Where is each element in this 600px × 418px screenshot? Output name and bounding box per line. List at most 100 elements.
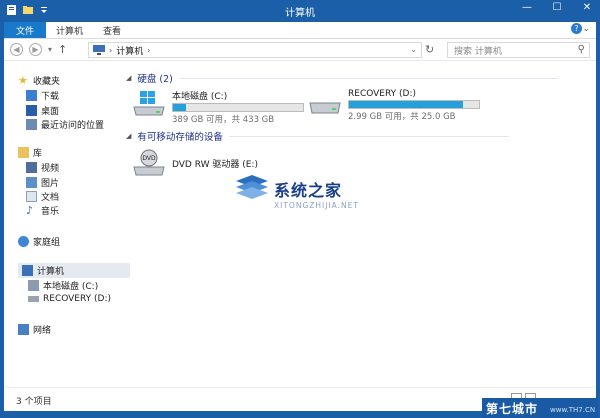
sidebar-item-drive-d[interactable]: RECOVERY (D:) bbox=[28, 294, 111, 304]
sidebar-item-downloads[interactable]: 下载 bbox=[26, 89, 59, 102]
drive-usage-fill bbox=[173, 104, 186, 111]
sidebar-label: 图片 bbox=[41, 179, 60, 189]
desktop-icon bbox=[26, 105, 37, 116]
sidebar-item-documents[interactable]: 文档 bbox=[26, 190, 59, 203]
navigation-buttons: ◀ ▶ ▾ ↑ bbox=[10, 43, 67, 56]
sidebar-item-favorites[interactable]: ★ 收藏夹 bbox=[18, 74, 60, 87]
drive-icon bbox=[28, 296, 39, 302]
sidebar-item-network[interactable]: 网络 bbox=[18, 323, 51, 336]
drive-usage-bar bbox=[348, 100, 480, 109]
network-icon bbox=[18, 324, 29, 335]
sidebar-label: 计算机 bbox=[37, 267, 65, 277]
computer-icon bbox=[93, 45, 105, 55]
drive-name: 本地磁盘 (C:) bbox=[172, 92, 228, 102]
sidebar-label: 网络 bbox=[33, 326, 52, 336]
sidebar-label: 收藏夹 bbox=[33, 77, 61, 87]
search-input[interactable]: 搜索 计算机 ⚲ bbox=[447, 42, 590, 58]
group-header-label: 有可移动存储的设备 bbox=[137, 132, 223, 143]
search-placeholder: 搜索 计算机 bbox=[454, 46, 502, 57]
address-bar[interactable]: › 计算机 › ⌄ bbox=[88, 42, 422, 58]
tab-view[interactable]: 查看 bbox=[93, 22, 131, 38]
explorer-window: 计算机 — ☐ ✕ 文件 计算机 查看 ⌄ ? ◀ ▶ ▾ ↑ › 计算机 › … bbox=[0, 0, 600, 418]
document-icon bbox=[26, 191, 37, 202]
group-header-label: 硬盘 (2) bbox=[137, 74, 173, 85]
drive-usage-bar bbox=[172, 103, 304, 112]
sidebar-label: 视频 bbox=[41, 164, 60, 174]
address-row: ◀ ▶ ▾ ↑ › 计算机 › ⌄ ↻ 搜索 计算机 ⚲ bbox=[4, 39, 596, 61]
sidebar-item-music[interactable]: ♪ 音乐 bbox=[26, 204, 59, 217]
watermark-logo-icon bbox=[236, 175, 268, 199]
sidebar-label: 家庭组 bbox=[33, 238, 61, 248]
help-icon[interactable]: ? bbox=[571, 23, 582, 34]
library-icon bbox=[18, 147, 29, 158]
drive-d[interactable]: RECOVERY (D:) 2.99 GB 可用，共 25.0 GB bbox=[308, 89, 480, 122]
breadcrumb-separator-icon[interactable]: › bbox=[109, 46, 112, 55]
sidebar-item-computer[interactable]: 计算机 bbox=[18, 263, 130, 278]
corner-watermark: 第七城市 www.TH7.CN bbox=[482, 398, 598, 418]
group-divider bbox=[228, 135, 509, 137]
sidebar-item-desktop[interactable]: 桌面 bbox=[26, 104, 59, 117]
tab-computer[interactable]: 计算机 bbox=[46, 22, 93, 38]
sidebar-item-recent[interactable]: 最近访问的位置 bbox=[26, 118, 104, 131]
drive-name: DVD RW 驱动器 (E:) bbox=[172, 159, 258, 170]
music-icon: ♪ bbox=[26, 204, 34, 217]
watermark-name: 系统之家 bbox=[274, 181, 343, 200]
breadcrumb-separator-icon[interactable]: › bbox=[147, 46, 150, 55]
sidebar-label: 本地磁盘 (C:) bbox=[43, 282, 99, 292]
sidebar-item-videos[interactable]: 视频 bbox=[26, 161, 59, 174]
drive-icon bbox=[309, 102, 341, 114]
dvd-badge: DVD bbox=[142, 155, 156, 162]
video-icon bbox=[26, 162, 37, 173]
sidebar-label: 库 bbox=[33, 149, 43, 159]
window-title: 计算机 bbox=[285, 8, 315, 19]
window-controls: — ☐ ✕ bbox=[520, 2, 594, 13]
drive-c[interactable]: 本地磁盘 (C:) 389 GB 可用，共 433 GB bbox=[132, 89, 304, 125]
sidebar-item-homegroup[interactable]: 家庭组 bbox=[18, 235, 60, 248]
sidebar-label: RECOVERY (D:) bbox=[43, 294, 112, 304]
collapse-chevron-icon[interactable]: ◢ bbox=[126, 74, 131, 82]
homegroup-icon bbox=[18, 236, 29, 247]
back-button[interactable]: ◀ bbox=[10, 43, 23, 56]
computer-icon bbox=[22, 265, 33, 276]
group-header-hard-disks[interactable]: ◢ 硬盘 (2) bbox=[126, 71, 559, 85]
forward-button[interactable]: ▶ bbox=[29, 43, 42, 56]
address-dropdown-icon[interactable]: ⌄ bbox=[410, 45, 417, 54]
refresh-icon[interactable]: ↻ bbox=[425, 43, 434, 56]
navigation-pane: ★ 收藏夹 下载 桌面 最近访问的位置 库 视频 图片 文档 ♪ 音乐 家庭组 … bbox=[4, 61, 130, 387]
sidebar-label: 桌面 bbox=[41, 107, 60, 117]
sidebar-label: 音乐 bbox=[41, 207, 60, 217]
ribbon-tabs: 文件 计算机 查看 ⌄ ? bbox=[4, 22, 596, 39]
maximize-button[interactable]: ☐ bbox=[550, 2, 564, 13]
ribbon-expand-icon[interactable]: ⌄ bbox=[582, 24, 590, 34]
drive-free-space: 2.99 GB 可用，共 25.0 GB bbox=[348, 112, 456, 122]
star-icon: ★ bbox=[18, 74, 28, 87]
sidebar-label: 文档 bbox=[41, 193, 60, 203]
picture-icon bbox=[26, 177, 37, 188]
drive-name: RECOVERY (D:) bbox=[348, 89, 417, 99]
watermark: 系统之家 XITONGZHIJIA.NET bbox=[232, 169, 372, 229]
close-button[interactable]: ✕ bbox=[580, 2, 594, 13]
search-icon[interactable]: ⚲ bbox=[578, 44, 585, 55]
group-divider bbox=[178, 77, 559, 79]
title-bar: 计算机 — ☐ ✕ bbox=[0, 0, 600, 22]
group-header-removable[interactable]: ◢ 有可移动存储的设备 bbox=[126, 129, 509, 143]
up-button[interactable]: ↑ bbox=[58, 43, 67, 56]
sidebar-item-libraries[interactable]: 库 bbox=[18, 146, 42, 159]
corner-watermark-name: 第七城市 bbox=[486, 402, 539, 416]
collapse-chevron-icon[interactable]: ◢ bbox=[126, 132, 131, 140]
download-icon bbox=[26, 90, 37, 101]
minimize-button[interactable]: — bbox=[520, 2, 534, 13]
recent-places-icon bbox=[26, 119, 37, 130]
breadcrumb-computer[interactable]: 计算机 bbox=[116, 44, 143, 57]
recent-locations-icon[interactable]: ▾ bbox=[48, 45, 52, 54]
sidebar-item-pictures[interactable]: 图片 bbox=[26, 176, 59, 189]
drive-usage-fill bbox=[349, 101, 464, 108]
sidebar-item-drive-c[interactable]: 本地磁盘 (C:) bbox=[28, 279, 98, 292]
drive-free-space: 389 GB 可用，共 433 GB bbox=[172, 115, 275, 125]
content-area: ★ 收藏夹 下载 桌面 最近访问的位置 库 视频 图片 文档 ♪ 音乐 家庭组 … bbox=[4, 61, 596, 387]
dvd-drive-icon: DVD bbox=[133, 149, 165, 176]
sidebar-label: 下载 bbox=[41, 92, 60, 102]
tab-file[interactable]: 文件 bbox=[4, 22, 47, 38]
watermark-url: XITONGZHIJIA.NET bbox=[274, 201, 359, 210]
corner-watermark-url: www.TH7.CN bbox=[550, 406, 596, 414]
